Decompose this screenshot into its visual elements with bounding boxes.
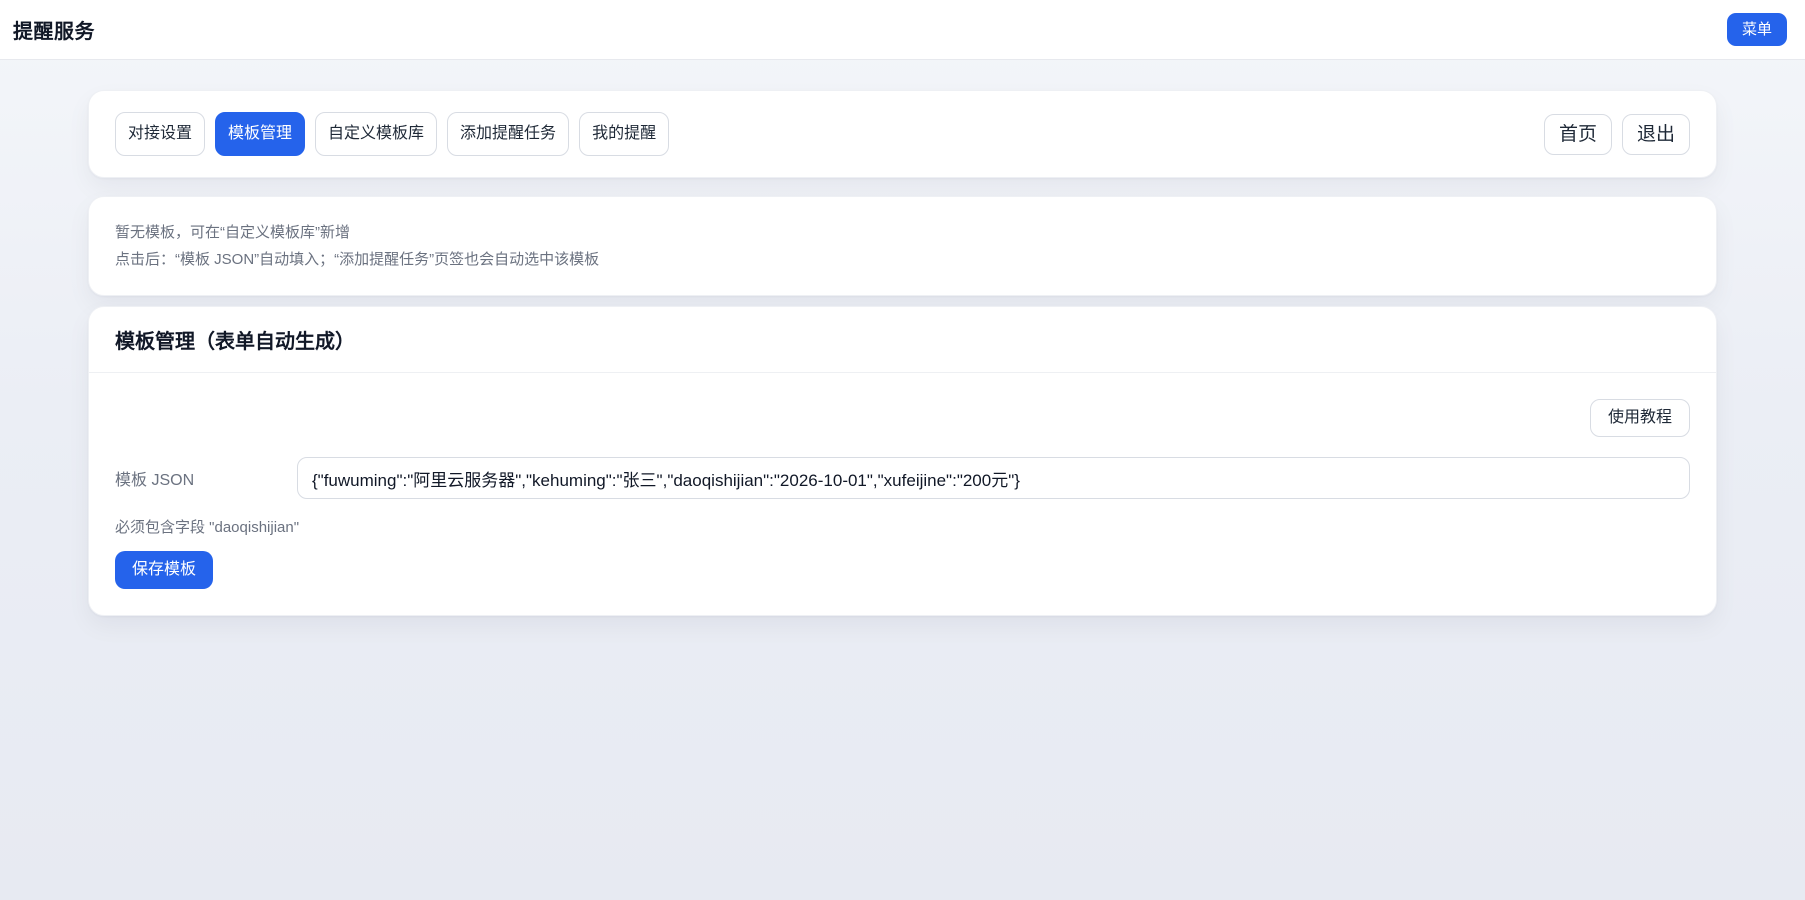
app-header: 提醒服务 菜单 (0, 0, 1805, 60)
notice-line-2: 点击后：“模板 JSON”自动填入；“添加提醒任务”页签也会自动选中该模板 (115, 246, 1690, 273)
required-field-hint: 必须包含字段 "daoqishijian" (115, 516, 1690, 537)
panel-header: 模板管理（表单自动生成） (89, 307, 1716, 373)
menu-button[interactable]: 菜单 (1727, 13, 1787, 46)
notice-line-1: 暂无模板，可在“自定义模板库”新增 (115, 219, 1690, 246)
tutorial-row: 使用教程 (115, 399, 1690, 437)
logout-button[interactable]: 退出 (1622, 114, 1690, 155)
tab-my-reminders[interactable]: 我的提醒 (579, 112, 669, 156)
panel-body: 使用教程 模板 JSON 必须包含字段 "daoqishijian" 保存模板 (89, 373, 1716, 615)
home-button[interactable]: 首页 (1544, 114, 1612, 155)
page-title: 提醒服务 (13, 15, 95, 44)
nav-right-group: 首页 退出 (1544, 114, 1690, 155)
template-json-input[interactable] (297, 457, 1690, 499)
save-template-button[interactable]: 保存模板 (115, 551, 213, 589)
main-content: 对接设置 模板管理 自定义模板库 添加提醒任务 我的提醒 首页 退出 暂无模板，… (88, 90, 1717, 616)
tab-bar: 对接设置 模板管理 自定义模板库 添加提醒任务 我的提醒 首页 退出 (88, 90, 1717, 178)
tutorial-button[interactable]: 使用教程 (1590, 399, 1690, 437)
template-management-panel: 模板管理（表单自动生成） 使用教程 模板 JSON 必须包含字段 "daoqis… (88, 306, 1717, 616)
template-json-label: 模板 JSON (115, 466, 297, 490)
template-json-row: 模板 JSON (115, 457, 1690, 499)
tab-add-reminder-task[interactable]: 添加提醒任务 (447, 112, 569, 156)
tab-connection-settings[interactable]: 对接设置 (115, 112, 205, 156)
panel-title: 模板管理（表单自动生成） (115, 325, 1690, 354)
tab-template-management[interactable]: 模板管理 (215, 112, 305, 156)
tab-group: 对接设置 模板管理 自定义模板库 添加提醒任务 我的提醒 (115, 112, 669, 156)
notice-card: 暂无模板，可在“自定义模板库”新增 点击后：“模板 JSON”自动填入；“添加提… (88, 196, 1717, 296)
tab-custom-template-library[interactable]: 自定义模板库 (315, 112, 437, 156)
